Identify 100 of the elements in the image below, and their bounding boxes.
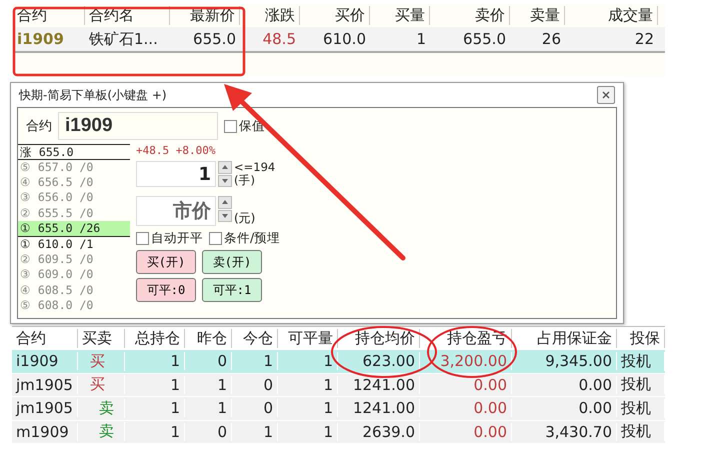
table-cell: 投机	[617, 375, 665, 394]
table-cell: 投机	[617, 398, 665, 418]
position-row[interactable]: jm1905 卖 1 1 0 1 1241.00 0.00 0.00 投机	[12, 397, 665, 420]
column-header[interactable]: 总持仓	[125, 329, 185, 348]
column-header[interactable]: 涨跌	[240, 6, 300, 25]
table-cell-text: 26	[540, 30, 562, 48]
table-cell: 1	[125, 376, 185, 394]
table-cell: 卖	[78, 398, 125, 418]
table-cell: m1909	[12, 422, 78, 441]
order-button[interactable]: 买(开)	[136, 250, 196, 274]
down-arrow-icon	[222, 178, 228, 183]
column-header[interactable]: 可平量	[278, 329, 338, 348]
column-header[interactable]: 占用保证金	[512, 329, 617, 348]
table-cell: 1241.00	[338, 399, 420, 418]
table-cell: 1	[125, 422, 185, 441]
contract-field[interactable]: i1909	[58, 112, 218, 140]
column-header[interactable]: 卖价	[430, 6, 510, 25]
column-header[interactable]: 卖量	[510, 6, 565, 25]
max-quantity: <=194	[234, 161, 276, 174]
table-cell: 3,200.00	[420, 352, 512, 370]
spinner-control[interactable]	[218, 161, 232, 187]
order-book-row[interactable]: ⑤ 657.0 /0	[18, 160, 130, 176]
table-cell: 623.00	[338, 352, 420, 370]
table-cell-text: 铁矿石1...	[88, 30, 159, 48]
up-arrow-icon	[222, 165, 228, 170]
table-cell: 投机	[617, 352, 665, 371]
column-header[interactable]: 合约名	[85, 6, 170, 25]
table-cell-text: 610.0	[322, 30, 367, 48]
table-cell: 1	[278, 376, 338, 394]
table-cell: 3,430.70	[512, 422, 617, 441]
price-change: +48.5 +8.00%	[136, 144, 216, 158]
checkbox-label: 自动开平	[151, 230, 203, 247]
order-book-row[interactable]: ⑤ 608.0 /0	[18, 298, 130, 313]
table-cell: 1	[278, 422, 338, 441]
column-header[interactable]: 成交量	[565, 6, 658, 25]
order-book-row[interactable]: ④ 656.5 /0	[18, 175, 130, 190]
column-header[interactable]: 合约	[12, 329, 78, 348]
table-cell: 0	[185, 422, 232, 441]
limit-up-price: 涨 655.0	[18, 144, 130, 160]
order-book-row[interactable]: ② 655.5 /0	[18, 206, 130, 221]
table-cell: 买	[78, 375, 125, 394]
order-button[interactable]: 卖(开)	[202, 250, 262, 274]
position-row[interactable]: m1909 卖 1 0 1 1 2639.0 0.00 3,430.70 投机	[12, 420, 665, 444]
column-header[interactable]: 持仓均价	[338, 329, 420, 348]
order-book-row[interactable]: ③ 609.0 /0	[18, 267, 130, 282]
column-header[interactable]: 今仓	[232, 329, 278, 348]
order-book-row[interactable]: ① 610.0 /1	[18, 236, 130, 252]
table-cell-text: 655.0	[192, 30, 237, 48]
spinner-control[interactable]	[218, 196, 232, 222]
table-cell: 1241.00	[338, 376, 420, 394]
table-cell: 0.00	[512, 399, 617, 418]
close-icon	[602, 91, 610, 99]
table-cell-text: 1	[415, 30, 427, 48]
order-book-row[interactable]: ② 609.5 /0	[18, 252, 130, 268]
table-cell: 1	[185, 376, 232, 394]
column-header[interactable]: 买量	[370, 6, 430, 25]
table-cell: 0.00	[420, 422, 512, 441]
down-arrow-icon	[222, 214, 228, 218]
table-cell: 1	[125, 352, 185, 370]
dialog-title: 快期-简易下单板(小键盘 +)	[19, 86, 167, 104]
column-header[interactable]: 买卖	[78, 329, 125, 348]
unit-label: (手)	[234, 174, 256, 187]
position-row[interactable]: i1909 买 1 0 1 1 623.00 3,200.00 9,345.00 投机	[12, 350, 665, 374]
quantity-field[interactable]: 1	[136, 161, 216, 187]
table-cell: 1	[185, 399, 232, 418]
checkbox[interactable]	[224, 120, 237, 132]
column-header[interactable]: 合约	[13, 6, 85, 25]
table-cell: 0	[232, 399, 278, 418]
order-button[interactable]: 可平:0	[136, 278, 196, 302]
table-cell: 1	[125, 399, 185, 418]
table-cell: jm1905	[12, 376, 78, 394]
column-header[interactable]: 昨仓	[185, 329, 232, 348]
table-cell: i1909	[12, 352, 78, 370]
table-cell: 0.00	[512, 376, 617, 394]
price-field[interactable]: 市价	[136, 196, 216, 226]
checkbox-label: 条件/预埋	[224, 230, 280, 247]
table-cell: 2639.0	[338, 422, 420, 441]
table-cell-text: 48.5	[262, 30, 297, 48]
checkbox[interactable]	[136, 232, 149, 245]
order-book-row[interactable]: ④ 608.5 /0	[18, 282, 130, 298]
table-cell: 投机	[617, 422, 665, 442]
table-cell-text: 22	[634, 30, 655, 48]
column-header[interactable]: 买价	[300, 6, 370, 25]
table-cell: 卖	[78, 422, 125, 442]
order-button[interactable]: 可平:1	[202, 278, 262, 302]
table-cell: 1	[232, 352, 278, 370]
table-cell-text: i1909	[16, 30, 65, 48]
up-arrow-icon	[222, 200, 228, 204]
table-cell: 1	[232, 422, 278, 441]
table-cell: jm1905	[12, 399, 78, 418]
checkbox[interactable]	[209, 232, 222, 245]
order-book-row[interactable]: ③ 656.0 /0	[18, 190, 130, 206]
column-header[interactable]: 投保	[617, 329, 665, 348]
table-cell: 0	[185, 352, 232, 370]
table-cell-text: 655.0	[462, 30, 507, 48]
unit-label: (元)	[234, 210, 256, 227]
table-cell: 买	[78, 352, 125, 371]
order-book-row[interactable]: ① 655.0 /26	[18, 220, 130, 237]
position-row[interactable]: jm1905 买 1 1 0 1 1241.00 0.00 0.00 投机	[12, 374, 665, 397]
close-button[interactable]	[597, 86, 615, 104]
